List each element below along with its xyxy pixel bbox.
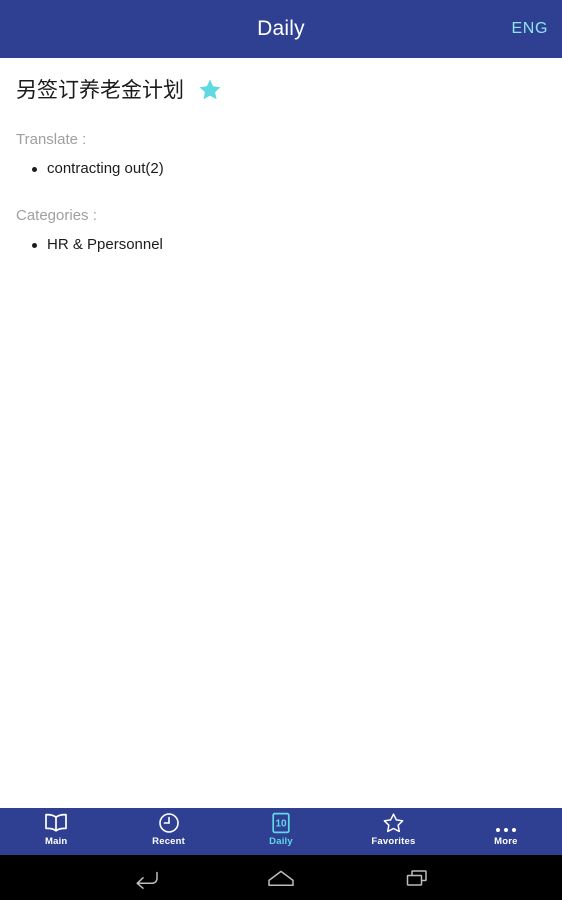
page-title: Daily [257,17,305,40]
star-outline-icon [382,812,405,834]
tab-label: Recent [152,836,186,847]
tab-label: Main [44,836,68,847]
clock-icon [158,812,180,834]
app-root: Daily ENG 另签订养老金计划 Translate : contracti… [0,0,562,900]
more-dots-icon [495,812,516,834]
svg-text:10: 10 [275,819,287,830]
tab-favorites[interactable]: Favorites [337,808,449,855]
star-filled-icon[interactable] [198,78,222,102]
back-icon [130,867,160,889]
recents-icon [403,867,431,889]
translate-section-label: Translate : [16,131,87,148]
tab-main[interactable]: Main [0,808,112,855]
language-toggle-button[interactable]: ENG [512,20,548,38]
tab-label: More [494,836,518,847]
open-book-icon [43,812,69,834]
tab-label: Daily [269,836,293,847]
app-header: Daily ENG [0,0,562,58]
translate-list: contracting out(2) [16,158,546,180]
list-item[interactable]: HR & Ppersonnel [16,234,546,256]
categories-list: HR & Ppersonnel [16,234,546,256]
tab-recent[interactable]: Recent [112,808,224,855]
home-button[interactable] [258,862,304,894]
bottom-tab-bar: Main Recent 10 Daily Favorites More [0,808,562,855]
android-system-nav [0,855,562,900]
back-button[interactable] [122,862,168,894]
entry-title: 另签订养老金计划 [16,78,184,102]
recents-button[interactable] [394,862,440,894]
categories-section-label: Categories : [16,207,97,224]
tab-label: Favorites [371,836,416,847]
home-icon [265,868,297,888]
tab-more[interactable]: More [450,808,562,855]
calendar-10-icon: 10 [271,812,291,834]
entry-content: 另签订养老金计划 Translate : contracting out(2) … [0,58,562,808]
list-item[interactable]: contracting out(2) [16,158,546,180]
tab-daily[interactable]: 10 Daily [225,808,337,855]
entry-title-row: 另签订养老金计划 [16,58,546,104]
